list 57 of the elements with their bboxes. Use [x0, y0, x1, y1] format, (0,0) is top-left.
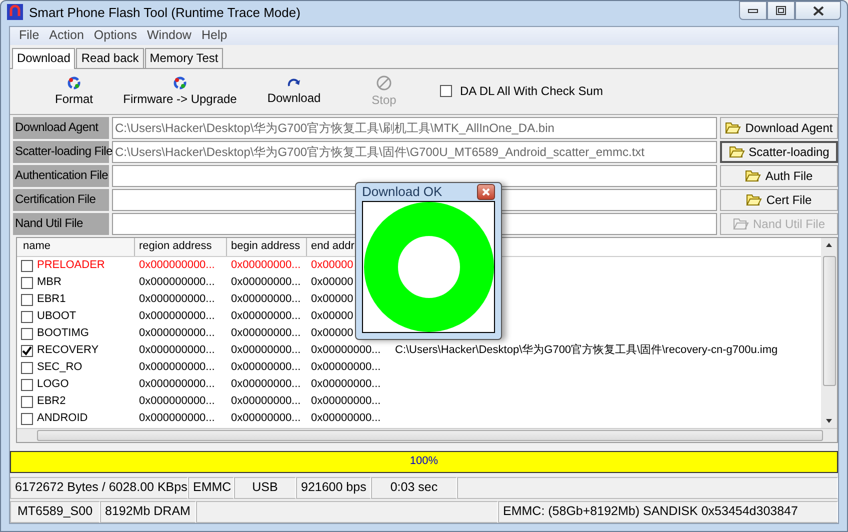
table-cell-text: 0x00000000...	[230, 326, 302, 340]
table-cell-text: 0x00000	[310, 310, 354, 324]
table-cell-text: C:\Users\Hacker\Desktop\华为G700官方恢复工具\固件\recovery-cn-g700u.img	[394, 344, 778, 358]
table-cell-text: 0x000000000...	[138, 360, 216, 374]
table-cell-text: 0x00000000...	[230, 292, 302, 306]
field-label: Certification File	[13, 189, 109, 211]
table-cell-text: 0x00000000...	[310, 412, 382, 426]
status-text: USB	[234, 477, 296, 499]
table-cell-text: 0x000000000...	[138, 378, 216, 392]
table-cell-text: 0x00000000...	[230, 412, 302, 426]
table-cell-text: 0x000000000...	[138, 292, 216, 306]
table-cell-text: 0x00000000...	[230, 258, 302, 272]
table-cell: BOOTIMG	[37, 326, 89, 340]
status-text: MT6589_S00	[10, 501, 100, 523]
table-cell-text: 0x000000000...	[138, 276, 216, 290]
status-text: 6172672 Bytes / 6028.00 KBps	[10, 477, 188, 499]
table-cell: ANDROID	[37, 412, 88, 426]
table-cell-text: 0x00000	[310, 258, 354, 272]
table-cell-text: 0x000000000...	[138, 412, 216, 426]
table-cell: EBR2	[37, 394, 66, 408]
table-cell: MBR	[37, 276, 62, 290]
table-cell: UBOOT	[37, 310, 76, 324]
table-cell-text: 0x00000000...	[230, 344, 302, 358]
status-text: EMMC	[188, 477, 234, 499]
field-label: Authentication File	[13, 165, 109, 187]
field-label: Download Agent	[13, 117, 109, 139]
status-text: 0:03 sec	[371, 477, 457, 499]
field-label: Nand Util File	[13, 213, 109, 235]
table-cell-text: 0x00000000...	[310, 378, 382, 392]
table-cell-text: 0x00000	[310, 326, 354, 340]
status-text: EMMC: (58Gb+8192Mb) SANDISK 0x53454d303847	[498, 501, 838, 523]
table-cell-text: 0x000000000...	[138, 394, 216, 408]
table-cell: SEC_RO	[37, 360, 82, 374]
progress-text: 100%	[410, 455, 438, 468]
table-cell-text: 0x00000000...	[230, 360, 302, 374]
dialog-title: Download OK	[362, 184, 442, 200]
table-cell-text: 0x00000000...	[230, 310, 302, 324]
table-cell-text: 0x000000000...	[138, 344, 216, 358]
table-cell-text: 0x00000000...	[230, 378, 302, 392]
table-cell-text: 0x000000000...	[138, 326, 216, 340]
checkbox-label: DA DL All With Check Sum	[460, 84, 603, 99]
window-title: Smart Phone Flash Tool (Runtime Trace Mode)	[29, 4, 300, 20]
table-cell-text: 0x000000000...	[138, 258, 216, 272]
table-cell: RECOVERY	[37, 344, 99, 358]
table-cell: LOGO	[37, 378, 69, 392]
table-cell-text: 0x00000	[310, 276, 354, 290]
table-cell-text: 0x00000000...	[310, 360, 382, 374]
table-cell-text: 0x00000000...	[230, 394, 302, 408]
table-cell-text: 0x000000000...	[138, 310, 216, 324]
status-text: 8192Mb DRAM	[100, 501, 196, 523]
table-cell-text: 0x00000000...	[310, 344, 382, 358]
table-cell-text: 0x00000	[310, 292, 354, 306]
table-cell-text: 0x00000000...	[310, 394, 382, 408]
status-text: 921600 bps	[296, 477, 371, 499]
table-cell: EBR1	[37, 292, 66, 306]
table-cell: PRELOADER	[37, 258, 105, 272]
table-cell-text: 0x00000000...	[230, 276, 302, 290]
